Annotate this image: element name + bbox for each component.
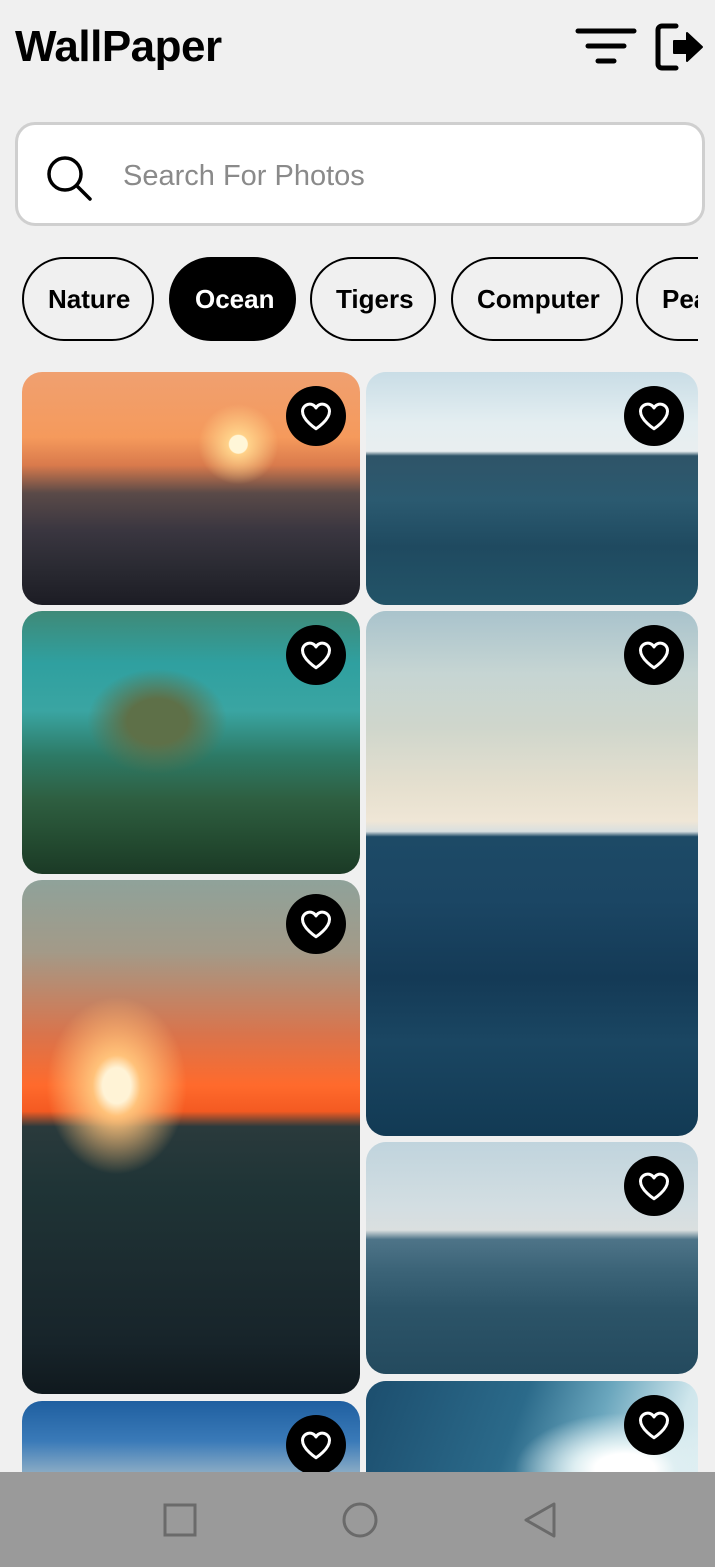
app-header: WallPaper [0, 0, 715, 100]
heart-outline-icon [301, 641, 331, 670]
photo-orange-sunset-sea[interactable] [22, 880, 360, 1394]
chip-computer[interactable]: Computer [451, 257, 623, 341]
circle-icon [342, 1502, 378, 1538]
chip-label: Ocean [195, 283, 275, 314]
heart-outline-icon [639, 641, 669, 670]
heart-outline-icon [639, 402, 669, 431]
chip-label: Nature [48, 283, 131, 314]
heart-outline-icon [301, 402, 331, 431]
photo-open-sea-horizon[interactable] [366, 372, 698, 605]
heart-outline-icon [639, 1172, 669, 1201]
search-bar[interactable] [15, 122, 705, 226]
category-chips: Nature Ocean Tigers Computer Pea [22, 257, 698, 343]
photo-sunset-waves[interactable] [22, 372, 360, 605]
search-input[interactable] [123, 149, 663, 203]
search-icon [47, 156, 92, 201]
favorite-button[interactable] [286, 386, 346, 446]
logout-icon [655, 23, 703, 71]
favorite-button[interactable] [286, 1415, 346, 1472]
favorite-button[interactable] [286, 625, 346, 685]
favorite-button[interactable] [624, 1156, 684, 1216]
favorite-button[interactable] [624, 386, 684, 446]
app-title: WallPaper [15, 22, 222, 71]
favorite-button[interactable] [286, 894, 346, 954]
favorite-button[interactable] [624, 1395, 684, 1455]
photo-calm-blue-water[interactable] [366, 1142, 698, 1374]
heart-outline-icon [639, 1411, 669, 1440]
square-icon [163, 1503, 197, 1537]
chip-label: Pea [662, 283, 698, 314]
photo-grid [0, 372, 715, 1472]
chip-ocean[interactable]: Ocean [169, 257, 296, 341]
logout-button[interactable] [654, 22, 706, 72]
heart-outline-icon [301, 910, 331, 939]
heart-outline-icon [301, 1431, 331, 1460]
photo-sea-turtle[interactable] [22, 611, 360, 874]
recents-button[interactable] [160, 1500, 200, 1540]
filter-icon [575, 28, 637, 64]
home-button[interactable] [340, 1500, 380, 1540]
photo-ship-wake[interactable] [366, 1381, 698, 1472]
photo-stormy-clouds[interactable] [22, 1401, 360, 1472]
chip-label: Computer [477, 283, 600, 314]
chip-partial[interactable]: Pea [636, 257, 698, 341]
chip-nature[interactable]: Nature [22, 257, 154, 341]
photo-ocean-clouds-sky[interactable] [366, 611, 698, 1136]
favorite-button[interactable] [624, 625, 684, 685]
chip-tigers[interactable]: Tigers [310, 257, 436, 341]
filter-button[interactable] [574, 24, 638, 68]
system-navigation-bar [0, 1472, 715, 1567]
chip-label: Tigers [336, 283, 414, 314]
back-button[interactable] [520, 1500, 560, 1540]
triangle-back-icon [524, 1502, 556, 1538]
